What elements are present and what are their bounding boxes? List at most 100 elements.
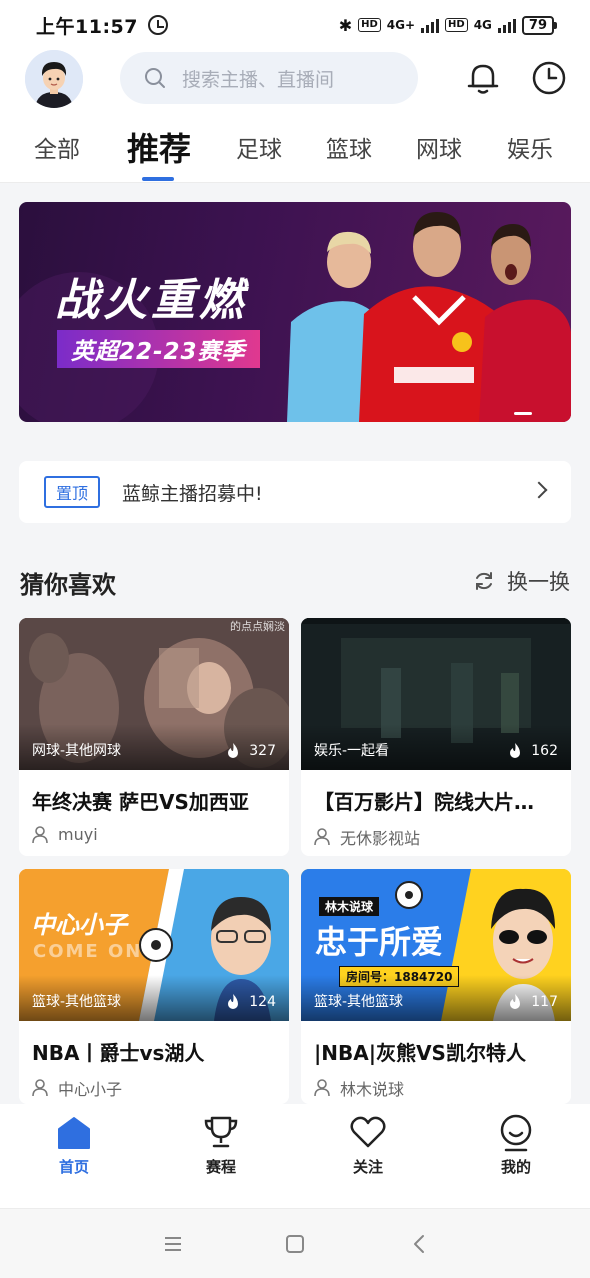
stream-heat: 124 bbox=[225, 993, 276, 1011]
notification-button[interactable] bbox=[463, 58, 503, 98]
stream-host: 林木说球 bbox=[301, 1066, 571, 1100]
stream-thumbnail: 娱乐-一起看 162 bbox=[301, 618, 571, 770]
user-icon bbox=[32, 825, 48, 843]
nav-following[interactable]: 关注 bbox=[323, 1112, 413, 1177]
pinned-notice[interactable]: 置顶 蓝鲸主播招募中! bbox=[19, 461, 571, 523]
banner-title: 战火重燃 bbox=[55, 275, 247, 326]
alarm-icon bbox=[147, 15, 168, 35]
carousel-indicator bbox=[514, 412, 532, 415]
top-header: 搜索主播、直播间 bbox=[0, 50, 590, 110]
status-indicators: ✱ HD 4G+ HD 4G 79 bbox=[339, 15, 558, 35]
stream-category: 篮球-其他篮球 bbox=[314, 994, 404, 1010]
user-icon bbox=[314, 828, 330, 846]
nav-home[interactable]: 首页 bbox=[29, 1112, 119, 1177]
stream-category: 网球-其他网球 bbox=[32, 743, 122, 759]
stream-host: muyi bbox=[19, 815, 289, 844]
battery-indicator: 79 bbox=[521, 15, 558, 35]
stream-card[interactable]: 娱乐-一起看 162 【百万影片】院线大片… 无休影视站 bbox=[301, 618, 571, 856]
signal-icon-1 bbox=[421, 17, 440, 33]
nav-profile-label: 我的 bbox=[500, 1158, 531, 1176]
host-name: 林木说球 bbox=[340, 1080, 405, 1099]
flame-icon bbox=[510, 743, 521, 758]
promo-banner[interactable]: 战火重燃 英超22-23赛季 bbox=[19, 202, 571, 422]
heat-count: 327 bbox=[249, 743, 276, 759]
chevron-right-icon bbox=[530, 481, 548, 499]
network-label-2: 4G bbox=[473, 18, 492, 32]
nav-home-label: 首页 bbox=[58, 1158, 89, 1176]
category-tabs: 全部 推荐 足球 篮球 网球 娱乐 bbox=[0, 110, 590, 183]
heart-icon bbox=[350, 1116, 386, 1148]
stream-thumbnail: 林木说球 忠于所爱 房间号：1884720 篮球-其他篮球 117 bbox=[301, 869, 571, 1021]
tab-tennis[interactable]: 网球 bbox=[416, 130, 462, 164]
tab-football[interactable]: 足球 bbox=[236, 130, 282, 164]
flame-icon bbox=[228, 994, 239, 1009]
refresh-button[interactable]: 换一换 bbox=[473, 566, 570, 596]
tab-all[interactable]: 全部 bbox=[34, 130, 80, 164]
stream-category: 娱乐-一起看 bbox=[314, 743, 390, 759]
stream-title: 【百万影片】院线大片… bbox=[314, 790, 534, 814]
signal-icon-2 bbox=[497, 17, 516, 33]
notice-text: 蓝鲸主播招募中! bbox=[122, 482, 263, 505]
system-navigation-bar bbox=[0, 1208, 590, 1278]
heat-count: 117 bbox=[531, 994, 558, 1010]
history-button[interactable] bbox=[529, 58, 569, 98]
host-name: 无休影视站 bbox=[340, 829, 421, 848]
hd-badge-2: HD bbox=[445, 18, 468, 32]
tab-entertainment[interactable]: 娱乐 bbox=[507, 130, 553, 164]
host-name: muyi bbox=[58, 825, 98, 844]
stream-card[interactable]: 林木说球 忠于所爱 房间号：1884720 篮球-其他篮球 117 |NBA|灰… bbox=[301, 869, 571, 1104]
tab-recommended[interactable]: 推荐 bbox=[127, 124, 191, 170]
trophy-icon bbox=[204, 1116, 238, 1148]
search-input[interactable]: 搜索主播、直播间 bbox=[120, 52, 418, 104]
cover-title: 中心小子 bbox=[31, 911, 127, 939]
search-icon bbox=[145, 68, 165, 88]
stream-thumbnail: 的点点娴淡 网球-其他网球 327 bbox=[19, 618, 289, 770]
stream-watermark: 的点点娴淡 bbox=[230, 620, 285, 633]
cover-subtitle: COME ON bbox=[33, 941, 143, 962]
nav-schedule[interactable]: 赛程 bbox=[176, 1112, 266, 1177]
stream-title: NBA丨爵士vs湖人 bbox=[32, 1041, 205, 1065]
stream-category: 篮球-其他篮球 bbox=[32, 994, 122, 1010]
user-icon bbox=[32, 1079, 48, 1097]
search-placeholder: 搜索主播、直播间 bbox=[182, 68, 335, 91]
active-tab-indicator bbox=[142, 177, 174, 181]
stream-card[interactable]: 的点点娴淡 网球-其他网球 327 年终决赛 萨巴VS加西亚 muyi bbox=[19, 618, 289, 856]
nav-profile[interactable]: 我的 bbox=[471, 1112, 561, 1177]
menu-icon[interactable] bbox=[163, 1235, 183, 1253]
stream-title: 年终决赛 萨巴VS加西亚 bbox=[32, 790, 249, 814]
home-square-icon[interactable] bbox=[285, 1234, 305, 1254]
clock-icon bbox=[532, 61, 566, 95]
status-bar: 上午11:57 ✱ HD 4G+ HD 4G 79 bbox=[0, 0, 590, 50]
stream-card[interactable]: 中心小子 COME ON 篮球-其他篮球 124 NBA丨爵士vs湖人 中心小子 bbox=[19, 869, 289, 1104]
stream-heat: 117 bbox=[507, 993, 558, 1011]
avatar-illustration bbox=[25, 50, 83, 108]
stream-title: |NBA|灰熊VS凯尔特人 bbox=[314, 1041, 526, 1065]
host-name: 中心小子 bbox=[58, 1080, 123, 1099]
cover-title: 忠于所爱 bbox=[315, 923, 444, 961]
network-label-1: 4G+ bbox=[386, 18, 416, 32]
heat-count: 162 bbox=[531, 743, 558, 759]
status-time: 上午11:57 bbox=[36, 15, 138, 38]
stream-host: 无休影视站 bbox=[301, 815, 571, 849]
stream-heat: 327 bbox=[225, 742, 276, 760]
stream-thumbnail: 中心小子 COME ON 篮球-其他篮球 124 bbox=[19, 869, 289, 1021]
flame-icon bbox=[510, 994, 521, 1009]
heat-count: 124 bbox=[249, 994, 276, 1010]
user-icon bbox=[314, 1079, 330, 1097]
bottom-navigation: 首页 赛程 关注 我的 bbox=[0, 1104, 590, 1208]
hd-badge-1: HD bbox=[358, 18, 381, 32]
pinned-tag: 置顶 bbox=[44, 476, 101, 508]
bell-icon bbox=[467, 64, 499, 94]
stream-heat: 162 bbox=[507, 742, 558, 760]
nav-schedule-label: 赛程 bbox=[205, 1158, 236, 1176]
tab-basketball[interactable]: 篮球 bbox=[326, 130, 372, 164]
section-title: 猜你喜欢 bbox=[20, 571, 116, 599]
stream-host: 中心小子 bbox=[19, 1066, 289, 1100]
banner-subtitle: 英超22-23赛季 bbox=[57, 330, 260, 368]
flame-icon bbox=[228, 743, 239, 758]
refresh-icon bbox=[476, 572, 492, 590]
cover-tag: 林木说球 bbox=[319, 897, 380, 916]
home-icon bbox=[58, 1117, 90, 1149]
back-icon[interactable] bbox=[412, 1234, 426, 1254]
avatar[interactable] bbox=[25, 50, 83, 108]
